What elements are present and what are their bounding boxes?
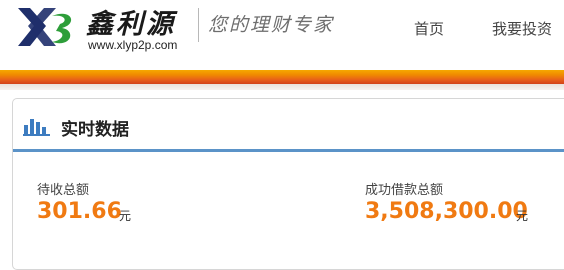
panel-title-rule	[13, 149, 564, 152]
brand-tagline: 您的理财专家	[208, 14, 335, 36]
realtime-data-panel: 实时数据 待收总额 301.66 元 成功借款总额 3,508,300.00 元	[12, 98, 564, 270]
header-stripe	[0, 70, 564, 84]
brand-name[interactable]: 鑫利源	[86, 2, 176, 41]
loan-total-unit: 元	[516, 209, 529, 223]
pending-total-label: 待收总额	[37, 183, 90, 198]
panel-header: 实时数据	[13, 99, 564, 149]
header-divider	[198, 8, 199, 42]
nav-invest[interactable]: 我要投资	[492, 18, 552, 39]
brand-logo-icon[interactable]	[16, 4, 78, 48]
pending-total-value: 301.66	[37, 199, 122, 224]
panel-title: 实时数据	[61, 120, 129, 140]
loan-total-label: 成功借款总额	[365, 183, 444, 198]
nav-home[interactable]: 首页	[414, 18, 444, 39]
pending-total-unit: 元	[119, 209, 132, 223]
loan-total-value: 3,508,300.00	[365, 199, 528, 224]
header-stripe-shadow	[0, 84, 564, 90]
site-header: 鑫利源 www.xlyp2p.com 您的理财专家 首页 我要投资	[0, 0, 564, 70]
bar-chart-icon	[23, 119, 50, 136]
brand-url: www.xlyp2p.com	[88, 38, 178, 52]
